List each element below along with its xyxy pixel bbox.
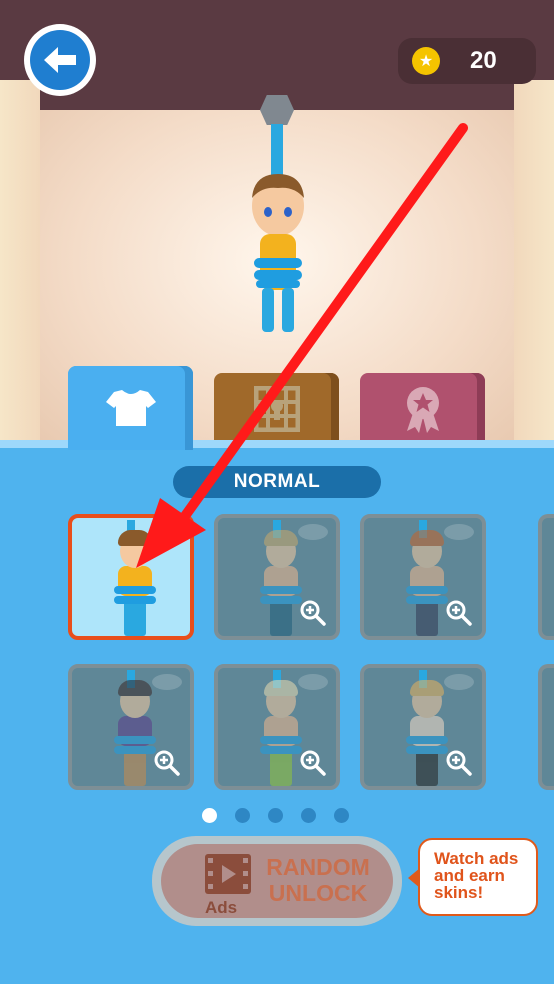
film-hole — [243, 884, 248, 889]
skin-ring — [260, 746, 302, 754]
magnifier-handle — [314, 764, 326, 776]
hanger-hook — [260, 95, 294, 125]
map-puzzle-icon — [253, 386, 300, 432]
skin-hair — [264, 680, 298, 696]
skin-character — [110, 680, 160, 786]
preview-eye-left — [264, 207, 272, 217]
back-button-inner — [30, 30, 90, 90]
skin-card-partial[interactable] — [538, 664, 554, 790]
tshirt-icon — [105, 390, 156, 426]
skin-ring — [406, 736, 448, 744]
room-right-wall — [514, 80, 554, 445]
magnifier-handle — [460, 614, 472, 626]
tab-clothes-overlay[interactable] — [68, 366, 193, 450]
magnifier-handle — [460, 764, 472, 776]
magnifier-plus — [160, 756, 168, 764]
skin-card[interactable] — [214, 514, 340, 640]
magnifier-icon[interactable] — [154, 750, 180, 776]
arrow-left-shape — [44, 47, 76, 73]
skin-character — [402, 680, 452, 786]
skin-hair — [118, 530, 152, 546]
skin-ring — [260, 596, 302, 604]
random-unlock-label: RANDOM UNLOCK — [257, 854, 379, 906]
skin-ring — [406, 596, 448, 604]
preview-leg-right — [282, 288, 294, 332]
magnifier-plus — [306, 756, 314, 764]
tab-award[interactable] — [360, 373, 485, 445]
magnifier-plus — [452, 756, 460, 764]
magnifier-handle — [314, 614, 326, 626]
skin-character — [256, 680, 306, 786]
skin-card[interactable] — [68, 664, 194, 790]
preview-ring — [256, 280, 300, 288]
character-preview — [252, 174, 304, 332]
skin-card[interactable] — [360, 514, 486, 640]
skin-ring — [406, 586, 448, 594]
random-label-line1: RANDOM — [266, 854, 370, 880]
random-label-line2: UNLOCK — [268, 880, 368, 906]
category-label: NORMAL — [173, 466, 381, 498]
page-dot[interactable] — [334, 808, 349, 823]
skin-hair — [118, 680, 152, 696]
film-hole — [208, 871, 213, 876]
magnifier-plus — [306, 606, 314, 614]
magnifier-icon[interactable] — [446, 600, 472, 626]
tshirt-shape — [105, 390, 156, 426]
skin-ring — [114, 586, 156, 594]
skin-card[interactable] — [68, 514, 194, 640]
page-dot[interactable] — [301, 808, 316, 823]
watch-ads-tooltip: Watch ads and earn skins! — [408, 838, 538, 916]
magnifier-icon[interactable] — [446, 750, 472, 776]
coin-count: 20 — [470, 47, 497, 74]
film-hole — [208, 884, 213, 889]
back-button[interactable] — [24, 24, 96, 96]
skin-hair — [410, 530, 444, 546]
magnifier-handle — [168, 764, 180, 776]
skin-character — [402, 530, 452, 636]
skin-ring — [260, 736, 302, 744]
preview-ring — [254, 258, 302, 268]
tab-map[interactable] — [214, 373, 339, 445]
skin-hair — [264, 530, 298, 546]
magnifier-plus — [452, 606, 460, 614]
film-hole — [243, 858, 248, 863]
preview-ring — [254, 270, 302, 280]
arrow-left-icon — [44, 47, 76, 73]
preview-eye-right — [284, 207, 292, 217]
magnifier-icon[interactable] — [300, 600, 326, 626]
skin-card[interactable] — [214, 664, 340, 790]
coin-star-icon: ★ — [412, 47, 440, 75]
preview-leg-left — [262, 288, 274, 332]
random-unlock-button[interactable]: Ads RANDOM UNLOCK — [152, 836, 402, 926]
page-dot[interactable] — [268, 808, 283, 823]
skin-ring — [114, 736, 156, 744]
skin-ring — [114, 746, 156, 754]
page-dot[interactable] — [235, 808, 250, 823]
film-play-icon — [205, 854, 251, 894]
skin-character — [110, 530, 160, 636]
award-ribbon-icon — [406, 387, 439, 433]
skin-ring — [406, 746, 448, 754]
skin-card-partial[interactable] — [538, 514, 554, 640]
skin-card[interactable] — [360, 664, 486, 790]
magnifier-icon[interactable] — [300, 750, 326, 776]
film-hole — [208, 858, 213, 863]
skin-ring — [260, 586, 302, 594]
random-unlock-inner: Ads RANDOM UNLOCK — [161, 844, 393, 918]
skin-ring — [114, 596, 156, 604]
room-left-wall — [0, 80, 40, 445]
page-indicator — [202, 808, 349, 823]
skin-character — [256, 530, 306, 636]
map-keyhole-stem — [273, 408, 280, 420]
film-hole — [243, 871, 248, 876]
page-dot[interactable] — [202, 808, 217, 823]
ads-label: Ads — [205, 898, 238, 917]
skin-hair — [410, 680, 444, 696]
coin-counter: ★ 20 — [398, 38, 536, 84]
